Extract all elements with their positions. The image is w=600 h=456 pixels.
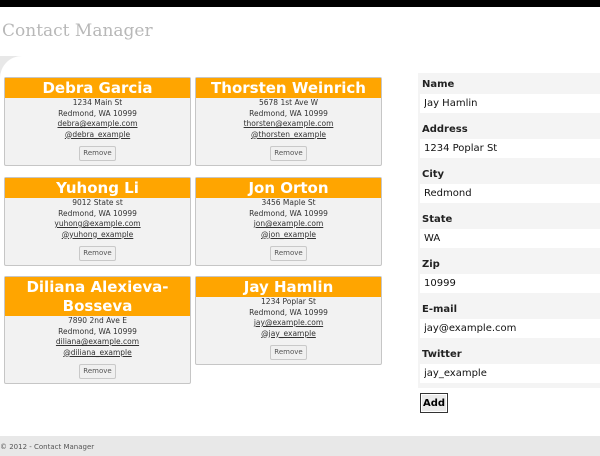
- remove-button[interactable]: Remove: [270, 345, 307, 360]
- contact-street: 3456 Maple St: [261, 198, 316, 207]
- contact-email-link[interactable]: debra@example.com: [5, 119, 190, 130]
- contact-city: Redmond, WA 10999: [58, 326, 137, 336]
- remove-button[interactable]: Remove: [270, 246, 307, 261]
- address-label: Address: [422, 124, 468, 135]
- contact-name: Debra Garcia: [5, 78, 190, 98]
- app-title: Contact Manager: [2, 21, 153, 41]
- contact-card: Yuhong Li 9012 State st Redmond, WA 1099…: [4, 177, 191, 266]
- footer-text: © 2012 - Contact Manager: [0, 443, 95, 451]
- contact-email-link[interactable]: jon@example.com: [196, 219, 381, 230]
- contact-card: Debra Garcia 1234 Main St Redmond, WA 10…: [4, 77, 191, 166]
- city-input[interactable]: [420, 184, 600, 203]
- contact-name: Diliana Alexieva-Bosseva: [5, 277, 190, 316]
- top-bar: [0, 0, 600, 7]
- contact-name: Jay Hamlin: [196, 277, 381, 297]
- zip-label: Zip: [422, 259, 440, 270]
- contact-city: Redmond, WA 10999: [58, 208, 137, 218]
- contact-name: Thorsten Weinrich: [196, 78, 381, 98]
- contact-email-link[interactable]: jay@example.com: [196, 318, 381, 329]
- contact-street: 5678 1st Ave W: [258, 98, 319, 107]
- remove-button[interactable]: Remove: [270, 146, 307, 161]
- contact-card: Diliana Alexieva-Bosseva 7890 2nd Ave E …: [4, 276, 191, 384]
- contact-street: 7890 2nd Ave E: [67, 316, 127, 325]
- contact-card: Thorsten Weinrich 5678 1st Ave W Redmond…: [195, 77, 382, 166]
- contact-twitter-link[interactable]: @thorsten_example: [196, 130, 381, 141]
- contact-twitter-link[interactable]: @jon_example: [196, 230, 381, 241]
- contact-street: 9012 State st: [72, 198, 123, 207]
- state-input[interactable]: [420, 229, 600, 248]
- contact-email-link[interactable]: diliana@example.com: [5, 337, 190, 348]
- header: Contact Manager: [0, 7, 600, 56]
- remove-button[interactable]: Remove: [79, 364, 116, 379]
- contact-card: Jon Orton 3456 Maple St Redmond, WA 1099…: [195, 177, 382, 266]
- contact-street: 1234 Main St: [72, 98, 123, 107]
- contact-twitter-link[interactable]: @yuhong_example: [5, 230, 190, 241]
- email-input[interactable]: [420, 319, 600, 338]
- zip-input[interactable]: [420, 274, 600, 293]
- contact-twitter-link[interactable]: @debra_example: [5, 130, 190, 141]
- remove-button[interactable]: Remove: [79, 146, 116, 161]
- address-input[interactable]: [420, 139, 600, 158]
- contact-email-link[interactable]: thorsten@example.com: [196, 119, 381, 130]
- remove-button[interactable]: Remove: [79, 246, 116, 261]
- email-label: E-mail: [422, 304, 458, 315]
- contact-twitter-link[interactable]: @jay_example: [196, 329, 381, 340]
- add-button[interactable]: Add: [420, 393, 448, 413]
- contact-city: Redmond, WA 10999: [58, 108, 137, 118]
- contact-city: Redmond, WA 10999: [249, 208, 328, 218]
- contact-city: Redmond, WA 10999: [249, 307, 328, 317]
- state-label: State: [422, 214, 453, 225]
- contact-twitter-link[interactable]: @diliana_example: [5, 348, 190, 359]
- contact-city: Redmond, WA 10999: [249, 108, 328, 118]
- twitter-label: Twitter: [422, 349, 462, 360]
- contact-name: Jon Orton: [196, 178, 381, 198]
- contact-email-link[interactable]: yuhong@example.com: [5, 219, 190, 230]
- name-input[interactable]: [420, 94, 600, 113]
- name-label: Name: [422, 79, 455, 90]
- contact-name: Yuhong Li: [5, 178, 190, 198]
- contact-card: Jay Hamlin 1234 Poplar St Redmond, WA 10…: [195, 276, 382, 365]
- city-label: City: [422, 169, 445, 180]
- contact-street: 1234 Poplar St: [261, 297, 316, 306]
- twitter-input[interactable]: [420, 364, 600, 383]
